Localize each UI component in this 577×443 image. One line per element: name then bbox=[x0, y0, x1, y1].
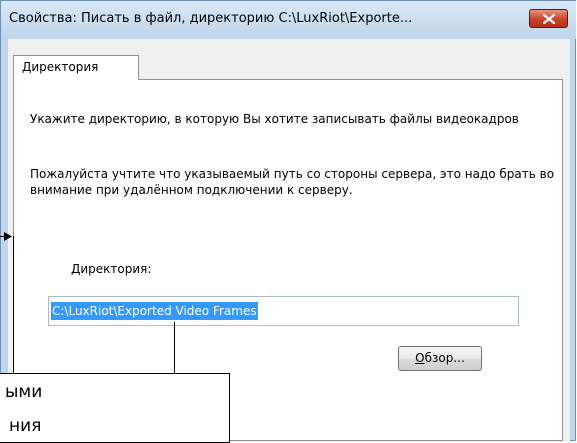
callout-box: ыми ния bbox=[0, 373, 230, 443]
close-button[interactable] bbox=[529, 9, 568, 28]
window-title: Свойства: Писать в файл, директорию C:\L… bbox=[9, 11, 413, 26]
callout-line-1: ыми bbox=[5, 382, 43, 402]
directory-label-accesskey: Д bbox=[71, 262, 81, 276]
note-text: Пожалуйста учтите что указываемый путь с… bbox=[30, 167, 555, 197]
instruction-text: Укажите директорию, в которую Вы хотите … bbox=[30, 112, 519, 126]
callout-line-2: ния bbox=[9, 416, 42, 436]
browse-button[interactable]: Обзор... bbox=[398, 346, 482, 371]
browse-accesskey: О bbox=[415, 351, 425, 365]
directory-label: Директория: bbox=[71, 262, 151, 276]
directory-input[interactable]: C:\LuxRiot\Exported Video Frames bbox=[48, 296, 519, 326]
title-bar: Свойства: Писать в файл, директорию C:\L… bbox=[1, 1, 576, 39]
close-icon bbox=[543, 14, 555, 24]
tab-directory[interactable]: Директория bbox=[13, 55, 139, 80]
directory-input-value: C:\LuxRiot\Exported Video Frames bbox=[51, 302, 258, 320]
directory-label-rest: иректория: bbox=[80, 262, 152, 276]
browse-label-rest: бзор... bbox=[424, 351, 465, 365]
tab-directory-label: Директория bbox=[22, 60, 99, 74]
